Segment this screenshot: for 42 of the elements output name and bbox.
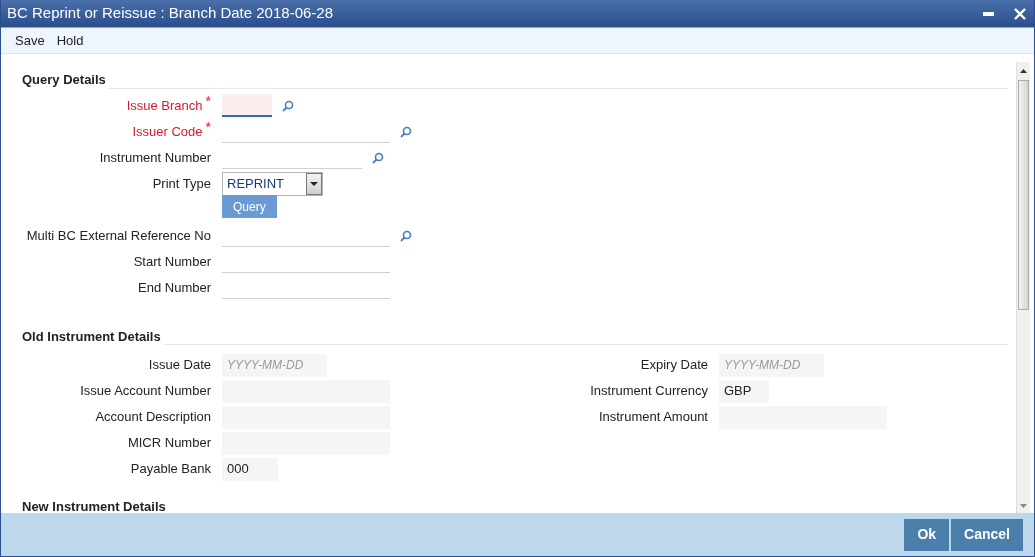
required-asterisk: * [205,92,211,111]
field-label: Instrument Currency [590,382,708,401]
input-field[interactable] [222,94,272,117]
search-icon[interactable] [400,125,412,138]
print-type-select[interactable]: REPRINT [222,171,323,196]
minimize-icon[interactable] [983,11,994,16]
field-label: Issuer Code [132,122,203,141]
caret-icon [310,181,318,186]
section-heading: Query Details [21,71,107,89]
field-label: Instrument Number [99,148,211,167]
footer-button[interactable]: Cancel [951,518,1023,551]
section-heading: New Instrument Details [21,499,166,513]
required-asterisk: * [205,118,211,137]
readonly-field: 000 [222,457,278,481]
field-label: Issue Branch [126,96,203,115]
scroll-thumb[interactable] [1018,80,1029,310]
scroll-down-icon[interactable] [1020,504,1027,508]
field-label: Issue Account Number [80,382,211,401]
search-icon[interactable] [372,151,384,164]
field-label: Issue Date [148,356,211,375]
field-label: MICR Number [127,434,211,453]
window-title: BC Reprint or Reissue : Branch Date 2018-06-28 [6,3,334,24]
search-icon[interactable] [400,229,412,242]
field-label: Start Number [133,252,211,271]
search-icon[interactable] [282,99,294,112]
footer-button[interactable]: Ok [904,518,950,551]
field-label: Account Description [95,408,211,427]
field-label: Payable Bank [130,460,211,479]
toolbar-button[interactable]: Save [9,30,51,51]
close-icon[interactable] [1014,7,1026,20]
field-label: End Number [138,278,211,297]
field-label: Print Type [152,174,211,193]
field-label: Expiry Date [640,356,708,375]
scroll-up-icon[interactable] [1020,69,1027,73]
toolbar-button[interactable]: Hold [50,30,90,51]
field-label: Multi BC External Reference No [26,226,211,245]
readonly-field: YYYY-MM-DD [222,353,327,377]
scrollbar[interactable] [1016,62,1030,513]
section-heading: Old Instrument Details [21,327,162,346]
field-label: Instrument Amount [598,408,708,427]
readonly-field: YYYY-MM-DD [719,353,824,377]
readonly-field: GBP [719,379,769,403]
